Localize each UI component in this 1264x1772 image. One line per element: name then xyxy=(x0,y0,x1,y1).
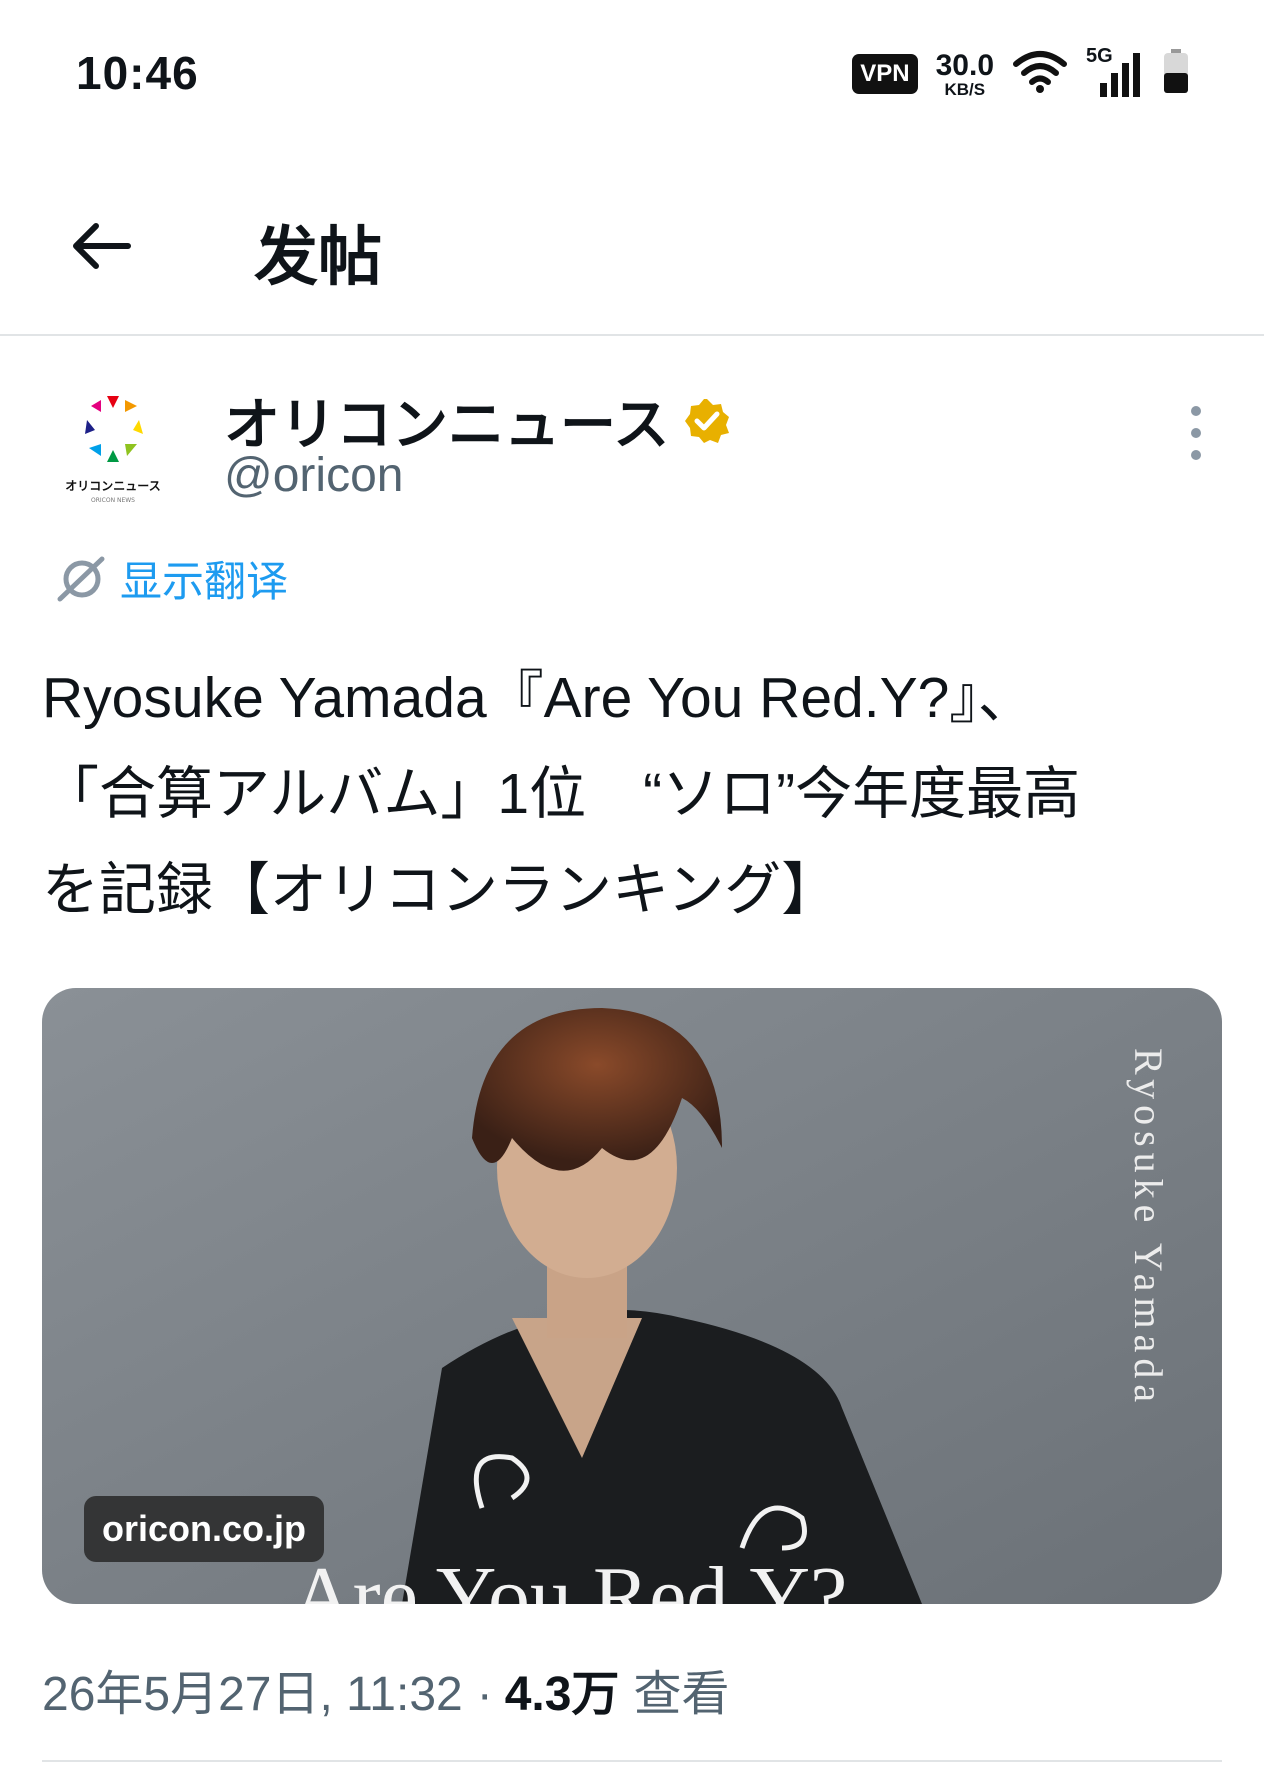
divider xyxy=(42,1760,1222,1762)
post-timestamp[interactable]: 26年5月27日, 11:32 xyxy=(42,1654,463,1724)
verified-badge-icon xyxy=(685,398,730,443)
show-translation-button[interactable]: 显示翻译 xyxy=(56,548,288,609)
avatar[interactable]: オリコンニュース ORICON NEWS xyxy=(60,384,166,508)
show-translation-label: 显示翻译 xyxy=(120,558,289,605)
link-card-image[interactable]: Ryosuke Yamada Are You Red.Y? oricon.co.… xyxy=(42,988,1222,1604)
top-header: 发帖 xyxy=(0,150,1264,336)
view-count-label: 查看 xyxy=(633,1668,730,1721)
network-speed: 30.0 KB/S xyxy=(935,48,994,99)
signal-icon: 5G xyxy=(1086,45,1144,99)
more-dot-icon xyxy=(1191,450,1201,460)
vpn-badge: VPN xyxy=(852,54,918,94)
post-text-line: を記録【オリコンランキング】 xyxy=(42,858,839,922)
post-text: Ryosuke Yamada『Are You Red.Y?』、 「合算アルバム」… xyxy=(42,650,1232,938)
post-meta: 26年5月27日, 11:32 · 4.3万 查看 xyxy=(42,1654,729,1724)
network-speed-value: 30.0 xyxy=(935,48,994,82)
view-count: 4.3万 xyxy=(504,1668,620,1721)
arrow-left-icon xyxy=(73,223,131,269)
page-title: 发帖 xyxy=(254,221,382,293)
network-speed-unit: KB/S xyxy=(944,79,986,99)
meta-separator: · xyxy=(476,1668,493,1721)
avatar-subcaption: ORICON NEWS xyxy=(91,497,135,504)
translate-icon xyxy=(57,556,105,601)
cover-album-title: Are You Red.Y? xyxy=(292,1550,848,1604)
more-dot-icon xyxy=(1191,428,1201,438)
link-domain-chip: oricon.co.jp xyxy=(84,1496,325,1562)
battery-icon xyxy=(1162,48,1190,100)
oricon-logo-icon: オリコンニュース ORICON NEWS xyxy=(65,396,161,504)
more-dot-icon xyxy=(1191,406,1201,416)
status-icons: VPN 30.0 KB/S 5G xyxy=(852,45,1190,100)
back-button[interactable] xyxy=(62,208,138,284)
avatar-caption: オリコンニュース xyxy=(65,479,160,493)
author-handle[interactable]: @oricon xyxy=(224,448,403,503)
more-options-button[interactable] xyxy=(1176,406,1216,460)
cover-side-title: Ryosuke Yamada xyxy=(1126,1048,1171,1409)
post-text-line: Ryosuke Yamada『Are You Red.Y?』、 xyxy=(42,666,1035,730)
wifi-icon xyxy=(1012,50,1068,99)
status-bar: 10:46 VPN 30.0 KB/S 5G xyxy=(0,0,1264,150)
post-text-line: 「合算アルバム」1位 “ソロ”今年度最高 xyxy=(42,762,1081,826)
status-time: 10:46 xyxy=(76,47,199,99)
